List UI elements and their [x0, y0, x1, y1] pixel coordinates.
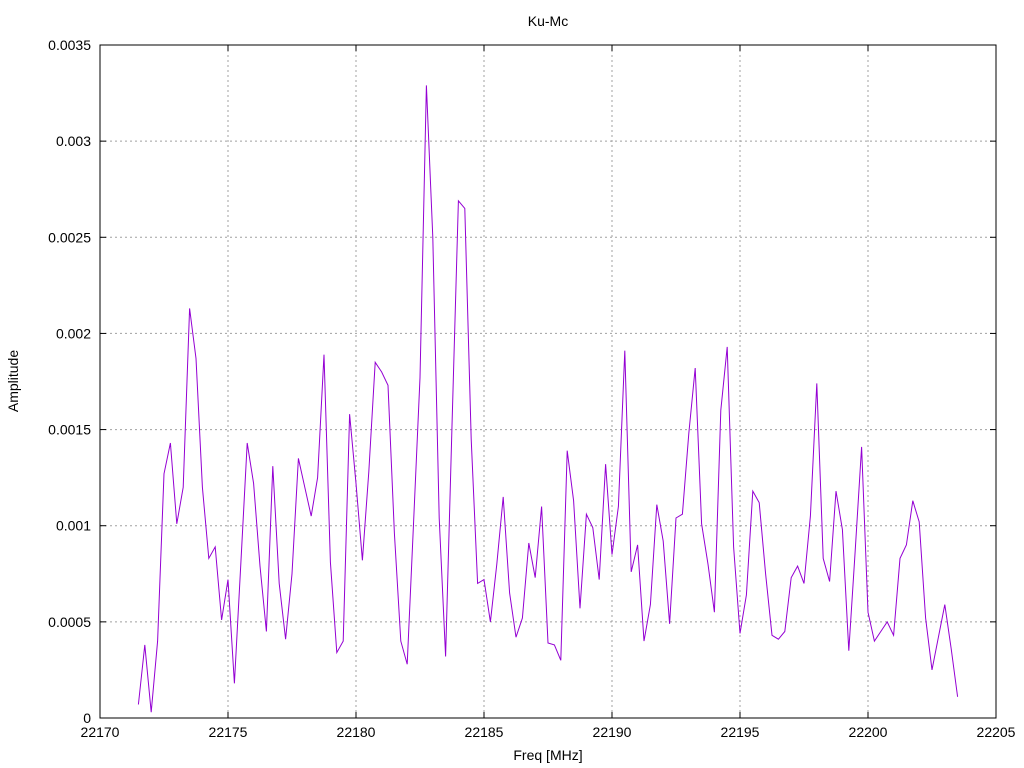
x-tick-label: 22170	[81, 724, 120, 740]
chart-title: Ku-Mc	[528, 13, 568, 29]
y-tick-label: 0	[83, 710, 91, 726]
x-tick-label: 22185	[465, 724, 504, 740]
x-tick-label: 22205	[977, 724, 1016, 740]
x-tick-label: 22175	[209, 724, 248, 740]
y-tick-label: 0.0025	[48, 229, 91, 245]
y-tick-label: 0.0035	[48, 37, 91, 53]
x-tick-label: 22190	[593, 724, 632, 740]
y-tick-label: 0.001	[56, 518, 91, 534]
x-tick-label: 22180	[337, 724, 376, 740]
y-tick-label: 0.0015	[48, 422, 91, 438]
line-chart: 22170 22175 22180 22185 22190 22195 22200 22205…	[0, 0, 1024, 768]
chart-background	[0, 0, 1024, 768]
y-tick-label: 0.0005	[48, 614, 91, 630]
y-tick-label: 0.002	[56, 325, 91, 341]
y-axis-label: Amplitude	[5, 350, 21, 412]
x-tick-label: 22200	[849, 724, 888, 740]
x-tick-label: 22195	[721, 724, 760, 740]
x-axis-label: Freq [MHz]	[513, 747, 582, 763]
y-tick-label: 0.003	[56, 133, 91, 149]
